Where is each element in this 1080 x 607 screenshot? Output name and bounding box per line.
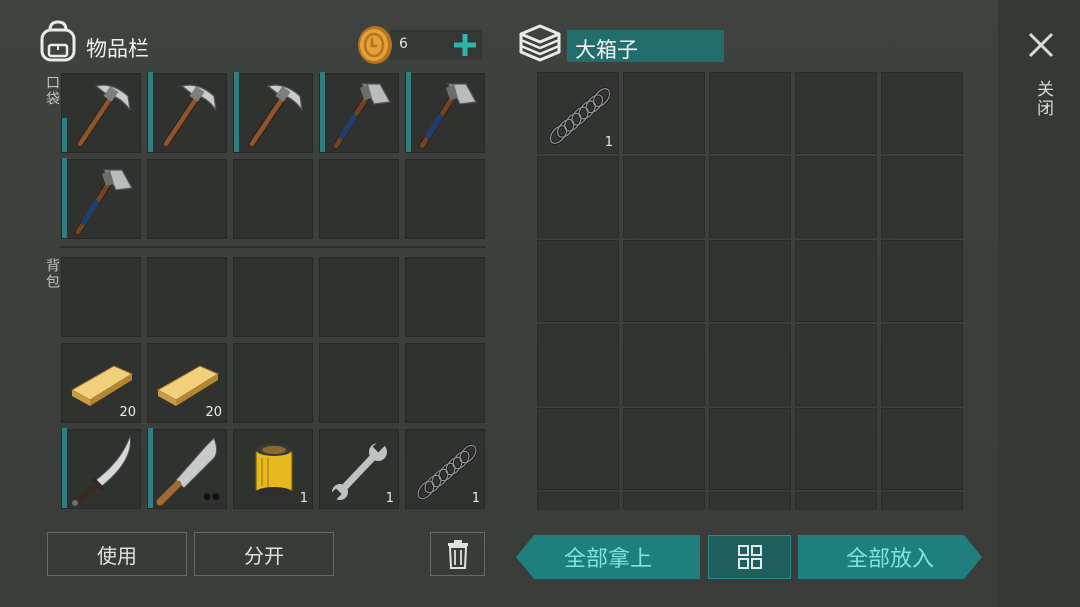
backpack-slot[interactable] [405, 343, 485, 423]
trash-icon [447, 540, 468, 569]
pocket-divider [60, 246, 486, 248]
sword-icon [72, 435, 131, 506]
container-slot[interactable] [537, 408, 619, 490]
container-grid: 1 [537, 72, 963, 510]
backpack-slot[interactable]: 1 [319, 429, 399, 509]
container-slot[interactable] [623, 240, 705, 322]
item-count: 20 [205, 405, 222, 420]
container-slot[interactable] [623, 408, 705, 490]
backpack-icon [38, 20, 78, 62]
pocket-slot[interactable] [147, 72, 227, 153]
backpack-slot[interactable] [319, 257, 399, 337]
pocket-slot[interactable] [61, 158, 141, 239]
pocket-label: 口袋 [44, 75, 60, 107]
container-slot[interactable] [795, 492, 877, 510]
backpack-slot[interactable] [147, 257, 227, 337]
container-slot[interactable] [623, 492, 705, 510]
backpack-slot[interactable] [61, 428, 141, 509]
pickaxe-icon [76, 84, 131, 148]
backpack-slot[interactable] [233, 343, 313, 423]
container-slot[interactable] [537, 156, 619, 238]
backpack-slot[interactable]: 1 [405, 429, 485, 509]
pocket-slot[interactable] [233, 72, 313, 153]
backpack-slot[interactable]: 20 [147, 343, 227, 423]
pickaxe-icon [162, 84, 217, 148]
container-slot[interactable] [709, 72, 791, 154]
backpack-slot[interactable] [61, 257, 141, 337]
put-all-button[interactable]: 全部放入 [798, 535, 982, 579]
item-count: 1 [471, 491, 480, 506]
coin-icon [356, 25, 394, 65]
container-slot[interactable] [881, 408, 963, 490]
container-slot[interactable] [881, 72, 963, 154]
pocket-slot[interactable] [319, 159, 399, 239]
inventory-title: 物品栏 [86, 37, 149, 61]
pocket-slot[interactable] [233, 159, 313, 239]
container-slot[interactable] [795, 156, 877, 238]
backpack-slot[interactable] [233, 257, 313, 337]
backpack-slot[interactable] [405, 257, 485, 337]
hatchet-icon [418, 83, 477, 150]
container-slot[interactable]: 1 [537, 72, 619, 154]
container-slot[interactable] [795, 72, 877, 154]
pickaxe-icon [248, 84, 303, 148]
hatchet-icon [74, 169, 133, 236]
pocket-slot[interactable] [405, 159, 485, 239]
pocket-slot[interactable] [61, 73, 141, 153]
container-slot[interactable] [623, 72, 705, 154]
backpack-slot[interactable]: ●● [147, 428, 227, 509]
container-slot[interactable] [709, 492, 791, 510]
item-count: 20 [119, 405, 136, 420]
split-button[interactable]: 分开 [194, 532, 334, 576]
delete-button[interactable] [430, 532, 485, 576]
hatchet-icon [332, 83, 391, 150]
close-label[interactable]: 关闭 [1031, 80, 1056, 118]
container-title: 大箱子 [575, 38, 638, 62]
container-slot[interactable] [795, 408, 877, 490]
container-slot[interactable] [709, 240, 791, 322]
item-count: 1 [604, 135, 613, 150]
pocket-slot[interactable] [147, 159, 227, 239]
container-slot[interactable] [623, 156, 705, 238]
backpack-slot[interactable]: 20 [61, 343, 141, 423]
use-button[interactable]: 使用 [47, 532, 187, 576]
condition-dots: ●● [203, 492, 221, 502]
container-slot[interactable] [881, 324, 963, 406]
container-slot[interactable] [881, 240, 963, 322]
add-coins-plus-icon[interactable] [453, 33, 477, 57]
pocket-slot[interactable] [405, 72, 485, 153]
pocket-slot[interactable] [319, 72, 399, 153]
sort-button[interactable] [708, 535, 791, 579]
container-slot[interactable] [537, 492, 619, 510]
close-icon[interactable] [1026, 30, 1056, 60]
container-slot[interactable] [623, 324, 705, 406]
take-all-button[interactable]: 全部拿上 [516, 535, 700, 579]
container-box-icon [517, 22, 563, 64]
container-slot[interactable] [709, 324, 791, 406]
container-slot[interactable] [537, 324, 619, 406]
item-count: 1 [385, 491, 394, 506]
backpack-label: 背包 [44, 258, 60, 290]
coin-count: 6 [399, 36, 408, 52]
item-count: 1 [299, 491, 308, 506]
grid-sort-icon [737, 545, 762, 569]
backpack-slot[interactable]: 1 [233, 429, 313, 509]
container-slot[interactable] [709, 408, 791, 490]
container-slot[interactable] [795, 324, 877, 406]
container-slot[interactable] [881, 492, 963, 510]
container-slot[interactable] [795, 240, 877, 322]
container-slot[interactable] [881, 156, 963, 238]
backpack-slot[interactable] [319, 343, 399, 423]
container-slot[interactable] [537, 240, 619, 322]
container-slot[interactable] [709, 156, 791, 238]
